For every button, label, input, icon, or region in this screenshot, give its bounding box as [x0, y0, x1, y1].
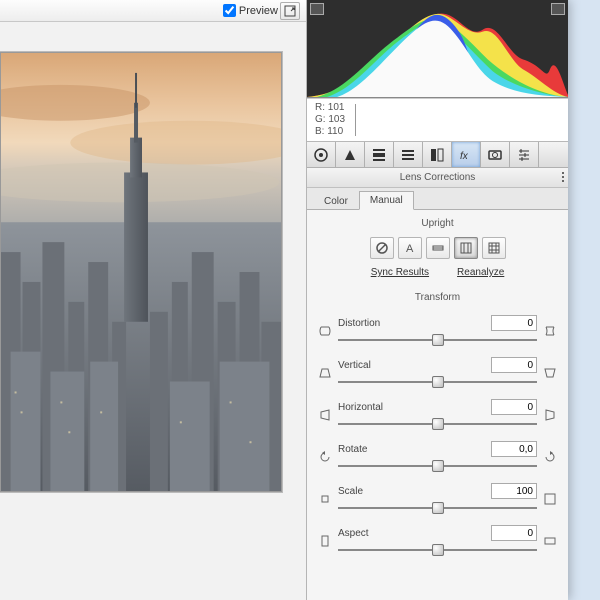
upright-off-button[interactable]: [370, 237, 394, 259]
rotate-value[interactable]: [491, 441, 537, 457]
b-value: B: 110: [315, 126, 345, 138]
aspect-tall-icon: [317, 533, 333, 549]
vertical-label: Vertical: [338, 360, 371, 371]
vertical-pos-icon: [542, 365, 558, 381]
app-window: Preview: [0, 0, 568, 600]
tool-spacer: [539, 142, 568, 167]
transform-label: Transform: [317, 292, 558, 303]
scale-label: Scale: [338, 486, 363, 497]
transform-group: Distortion Vertical Hori: [317, 311, 558, 557]
preview-bar: Preview: [0, 0, 306, 22]
fullscreen-button[interactable]: [280, 2, 300, 20]
aspect-row: Aspect: [317, 521, 558, 557]
horizontal-neg-icon: [317, 407, 333, 423]
tab-manual[interactable]: Manual: [359, 191, 414, 210]
preview-pane: Preview: [0, 0, 306, 600]
g-value: G: 103: [315, 114, 345, 126]
distortion-value[interactable]: [491, 315, 537, 331]
r-value: R: 101: [315, 102, 345, 114]
vertical-neg-icon: [317, 365, 333, 381]
hsl-tab[interactable]: [394, 142, 423, 167]
panel-menu-icon[interactable]: [562, 172, 564, 184]
shadow-clip-indicator[interactable]: [310, 3, 324, 15]
horizontal-label: Horizontal: [338, 402, 383, 413]
upright-full-button[interactable]: [482, 237, 506, 259]
tool-tabs: fx: [307, 142, 568, 168]
scale-down-icon: [317, 491, 333, 507]
vertical-value[interactable]: [491, 357, 537, 373]
rgb-info: R: 101 G: 103 B: 110: [307, 98, 568, 142]
sync-results-link[interactable]: Sync Results: [371, 267, 429, 278]
aspect-wide-icon: [542, 533, 558, 549]
rgb-values: R: 101 G: 103 B: 110: [315, 102, 345, 138]
svg-text:A: A: [406, 243, 414, 255]
lens-corrections-tab[interactable]: fx: [452, 142, 481, 167]
scale-value[interactable]: [491, 483, 537, 499]
upright-level-button[interactable]: [426, 237, 450, 259]
preview-label: Preview: [239, 5, 278, 17]
rotate-slider[interactable]: [338, 459, 537, 473]
calibration-tab[interactable]: [510, 142, 539, 167]
upright-label: Upright: [317, 218, 558, 229]
upright-links: Sync Results Reanalyze: [317, 267, 558, 278]
divider: [355, 104, 356, 136]
panel-body: Upright A Sync Results Reanalyze Transfo…: [307, 210, 568, 600]
svg-text:fx: fx: [460, 151, 469, 162]
upright-vertical-button[interactable]: [454, 237, 478, 259]
preview-image[interactable]: [0, 52, 282, 492]
upright-buttons: A: [317, 237, 558, 259]
distortion-row: Distortion: [317, 311, 558, 347]
effects-tab[interactable]: [481, 142, 510, 167]
split-tone-tab[interactable]: [423, 142, 452, 167]
pincushion-icon: [542, 323, 558, 339]
histogram[interactable]: [307, 0, 568, 98]
rotate-row: Rotate: [317, 437, 558, 473]
image-area: [0, 22, 306, 600]
horizontal-pos-icon: [542, 407, 558, 423]
tone-curve-tab[interactable]: [336, 142, 365, 167]
rotate-label: Rotate: [338, 444, 367, 455]
upright-auto-button[interactable]: A: [398, 237, 422, 259]
adjustments-pane: R: 101 G: 103 B: 110 fx Lens Corrections…: [306, 0, 568, 600]
panel-title-bar: Lens Corrections: [307, 168, 568, 188]
distortion-label: Distortion: [338, 318, 380, 329]
distortion-slider[interactable]: [338, 333, 537, 347]
vertical-slider[interactable]: [338, 375, 537, 389]
tab-color[interactable]: Color: [313, 192, 359, 210]
aspect-label: Aspect: [338, 528, 369, 539]
scale-up-icon: [542, 491, 558, 507]
sub-tabs: Color Manual: [307, 188, 568, 210]
vertical-row: Vertical: [317, 353, 558, 389]
aspect-slider[interactable]: [338, 543, 537, 557]
reanalyze-link[interactable]: Reanalyze: [457, 267, 504, 278]
rotate-cw-icon: [542, 449, 558, 465]
horizontal-row: Horizontal: [317, 395, 558, 431]
horizontal-slider[interactable]: [338, 417, 537, 431]
detail-tab[interactable]: [365, 142, 394, 167]
panel-title: Lens Corrections: [400, 172, 476, 183]
rotate-ccw-icon: [317, 449, 333, 465]
scale-row: Scale: [317, 479, 558, 515]
basic-tab[interactable]: [307, 142, 336, 167]
scale-slider[interactable]: [338, 501, 537, 515]
highlight-clip-indicator[interactable]: [551, 3, 565, 15]
preview-toggle[interactable]: Preview: [223, 4, 278, 17]
aspect-value[interactable]: [491, 525, 537, 541]
barrel-icon: [317, 323, 333, 339]
horizontal-value[interactable]: [491, 399, 537, 415]
preview-checkbox[interactable]: [223, 4, 236, 17]
